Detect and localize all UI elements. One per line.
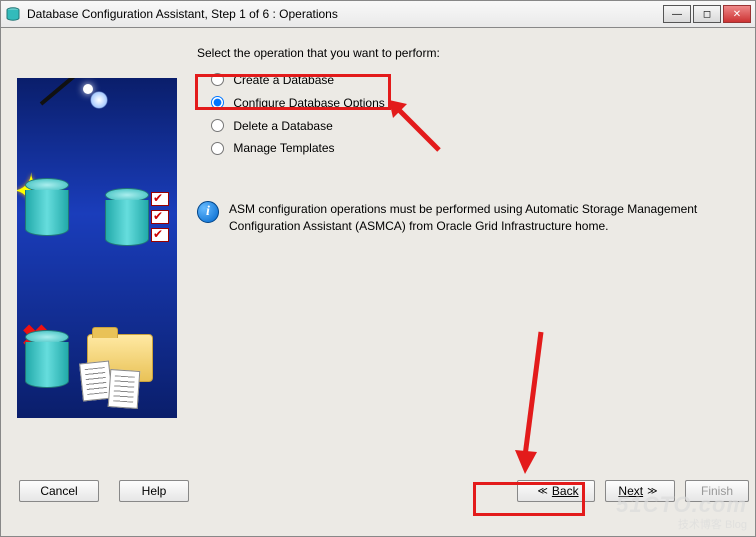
- chevron-left-icon: ≪: [537, 486, 547, 497]
- titlebar: Database Configuration Assistant, Step 1…: [0, 0, 756, 28]
- finish-button: Finish: [685, 480, 749, 502]
- label-create-database: Create a Database: [233, 73, 334, 87]
- window-title: Database Configuration Assistant, Step 1…: [27, 7, 663, 21]
- close-button[interactable]: ✕: [723, 5, 751, 23]
- window-controls: — ◻ ✕: [663, 5, 751, 23]
- info-note: i ASM configuration operations must be p…: [197, 201, 735, 235]
- radio-manage-templates[interactable]: [211, 142, 224, 155]
- back-button[interactable]: ≪Back: [517, 480, 595, 502]
- prompt-text: Select the operation that you want to pe…: [197, 46, 735, 60]
- option-configure-database[interactable]: Configure Database Options: [211, 95, 735, 110]
- label-delete-database: Delete a Database: [233, 118, 332, 132]
- radio-create-database[interactable]: [211, 73, 224, 86]
- app-icon: [5, 6, 21, 22]
- wizard-graphic: ✦ ✖: [17, 78, 177, 418]
- client-area: ✦ ✖ Select the operation that you want t…: [0, 28, 756, 537]
- label-configure-database: Configure Database Options: [233, 96, 384, 110]
- minimize-button[interactable]: —: [663, 5, 691, 23]
- annotation-arrow-back: [501, 328, 561, 478]
- label-manage-templates: Manage Templates: [233, 141, 334, 155]
- maximize-button[interactable]: ◻: [693, 5, 721, 23]
- next-button[interactable]: Next≫: [605, 480, 675, 502]
- operation-options: Create a Database Configure Database Opt…: [211, 72, 735, 155]
- cancel-button[interactable]: Cancel: [19, 480, 99, 502]
- help-button[interactable]: Help: [119, 480, 189, 502]
- content-pane: Select the operation that you want to pe…: [197, 46, 735, 235]
- info-icon: i: [197, 201, 219, 223]
- option-create-database[interactable]: Create a Database: [211, 72, 735, 87]
- info-text: ASM configuration operations must be per…: [229, 201, 735, 235]
- chevron-right-icon: ≫: [647, 486, 657, 497]
- option-manage-templates[interactable]: Manage Templates: [211, 140, 735, 155]
- button-bar: Cancel Help ≪Back Next≫ Finish: [1, 480, 755, 514]
- radio-configure-database[interactable]: [211, 96, 224, 109]
- option-delete-database[interactable]: Delete a Database: [211, 118, 735, 133]
- radio-delete-database[interactable]: [211, 119, 224, 132]
